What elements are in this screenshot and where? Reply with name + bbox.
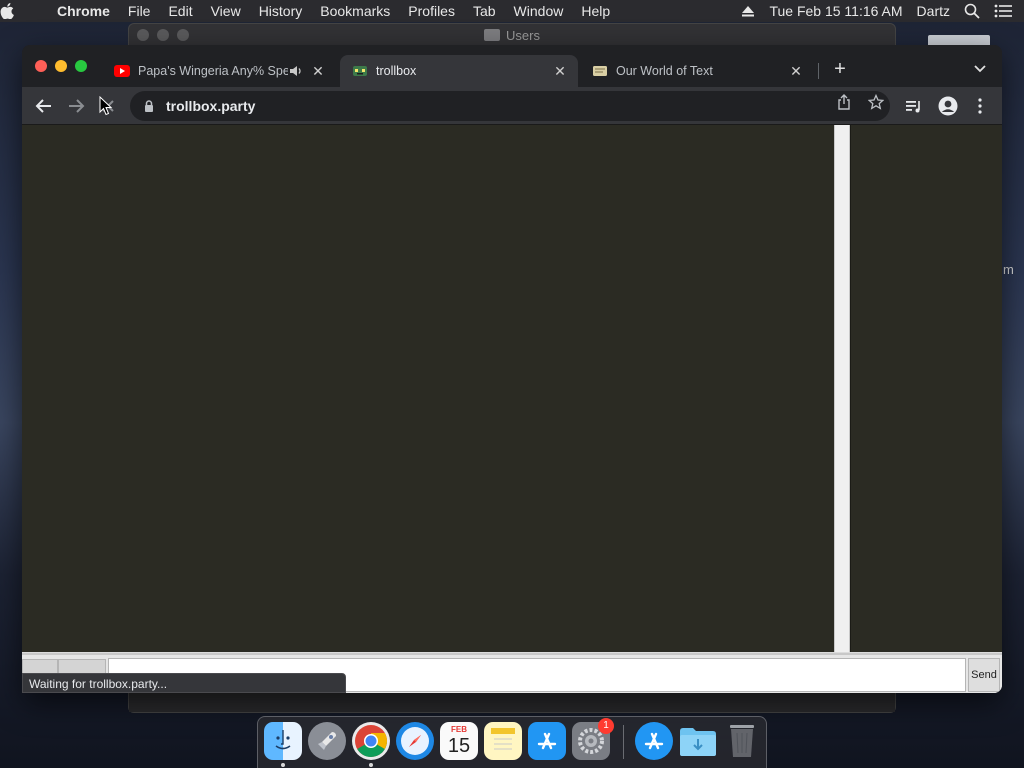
online-users-pane[interactable]	[850, 125, 1002, 652]
chat-messages-pane[interactable]	[22, 125, 834, 652]
zoom-window-button[interactable]	[75, 60, 87, 72]
spotlight-search-icon[interactable]	[964, 3, 980, 19]
menu-app-name[interactable]: Chrome	[48, 3, 119, 19]
apple-menu-icon[interactable]	[0, 3, 48, 19]
trash-icon[interactable]	[723, 722, 761, 760]
tab-strip: Papa's Wingeria Any% Spe ✕ trollbox ✕ Ou…	[22, 45, 1002, 87]
desktop-edge-glyph: m	[1003, 262, 1014, 277]
mouse-cursor-icon	[99, 95, 113, 116]
background-window-title: Users	[129, 24, 895, 46]
browser-toolbar: trollbox.party	[22, 87, 1002, 125]
new-tab-button[interactable]: +	[830, 59, 850, 79]
bookmark-star-icon[interactable]	[866, 92, 886, 112]
menu-bookmarks[interactable]: Bookmarks	[311, 3, 399, 19]
notes-icon[interactable]	[484, 722, 522, 760]
window-controls	[35, 60, 87, 72]
downloads-folder-icon[interactable]	[679, 722, 717, 760]
close-tab-icon[interactable]: ✕	[310, 63, 326, 79]
chrome-menu-icon[interactable]	[970, 96, 990, 116]
menubar-clock[interactable]: Tue Feb 15 11:16 AM	[769, 3, 902, 19]
calendar-icon[interactable]: FEB 15	[440, 722, 478, 760]
close-window-button[interactable]	[35, 60, 47, 72]
tab-title: Our World of Text	[616, 64, 713, 78]
app-store-folder-icon[interactable]	[635, 722, 673, 760]
menu-history[interactable]: History	[250, 3, 312, 19]
menu-help[interactable]: Help	[572, 3, 619, 19]
launchpad-icon[interactable]	[308, 722, 346, 760]
tab-title: Papa's Wingeria Any% Spe	[138, 64, 288, 78]
forward-button[interactable]	[66, 96, 86, 116]
folder-icon	[484, 29, 501, 41]
trollbox-icon	[352, 63, 368, 79]
tab-trollbox[interactable]: trollbox ✕	[340, 55, 578, 87]
menu-tab[interactable]: Tab	[464, 3, 505, 19]
tab-separator	[818, 63, 819, 79]
tab-papas-wingeria[interactable]: Papa's Wingeria Any% Spe ✕	[102, 55, 336, 87]
dock-separator	[623, 725, 624, 759]
menu-file[interactable]: File	[119, 3, 160, 19]
profile-avatar-icon[interactable]	[938, 96, 958, 116]
page-content: Send	[22, 125, 1002, 693]
app-store-icon[interactable]	[528, 722, 566, 760]
close-tab-icon[interactable]: ✕	[788, 63, 804, 79]
running-indicator	[369, 763, 373, 767]
youtube-icon	[114, 63, 130, 79]
menu-profiles[interactable]: Profiles	[399, 3, 464, 19]
chrome-icon[interactable]	[352, 722, 390, 760]
menubar-user[interactable]: Dartz	[917, 3, 950, 19]
address-url[interactable]: trollbox.party	[166, 98, 255, 114]
notification-center-icon[interactable]	[994, 4, 1012, 18]
back-button[interactable]	[34, 96, 54, 116]
menu-view[interactable]: View	[202, 3, 250, 19]
tab-search-chevron-icon[interactable]	[972, 60, 988, 76]
send-button[interactable]: Send	[968, 658, 1000, 692]
running-indicator	[281, 763, 285, 767]
close-tab-icon[interactable]: ✕	[552, 63, 568, 79]
calendar-month: FEB	[451, 725, 467, 734]
owot-icon	[592, 63, 608, 79]
safari-icon[interactable]	[396, 722, 434, 760]
menu-window[interactable]: Window	[505, 3, 573, 19]
menu-bar: Chrome File Edit View History Bookmarks …	[0, 0, 1024, 22]
tab-title: trollbox	[376, 64, 417, 78]
eject-icon[interactable]	[741, 5, 755, 17]
chrome-window: Papa's Wingeria Any% Spe ✕ trollbox ✕ Ou…	[22, 45, 1002, 693]
menu-edit[interactable]: Edit	[159, 3, 201, 19]
loading-status-bubble: Waiting for trollbox.party...	[22, 673, 346, 693]
share-icon[interactable]	[834, 92, 854, 112]
lock-icon[interactable]	[142, 99, 156, 113]
system-preferences-icon[interactable]: 1	[572, 718, 614, 760]
background-window-controls	[137, 29, 189, 41]
finder-icon[interactable]	[264, 722, 302, 760]
minimize-window-button[interactable]	[55, 60, 67, 72]
audio-playing-icon[interactable]	[288, 63, 304, 79]
tab-our-world-of-text[interactable]: Our World of Text ✕	[580, 55, 814, 87]
pane-divider[interactable]	[834, 125, 850, 652]
calendar-day: 15	[447, 735, 471, 757]
address-bar[interactable]: trollbox.party	[130, 91, 890, 121]
media-control-icon[interactable]	[904, 96, 924, 116]
dock: FEB 15 1	[257, 716, 767, 768]
notification-badge: 1	[598, 718, 614, 734]
